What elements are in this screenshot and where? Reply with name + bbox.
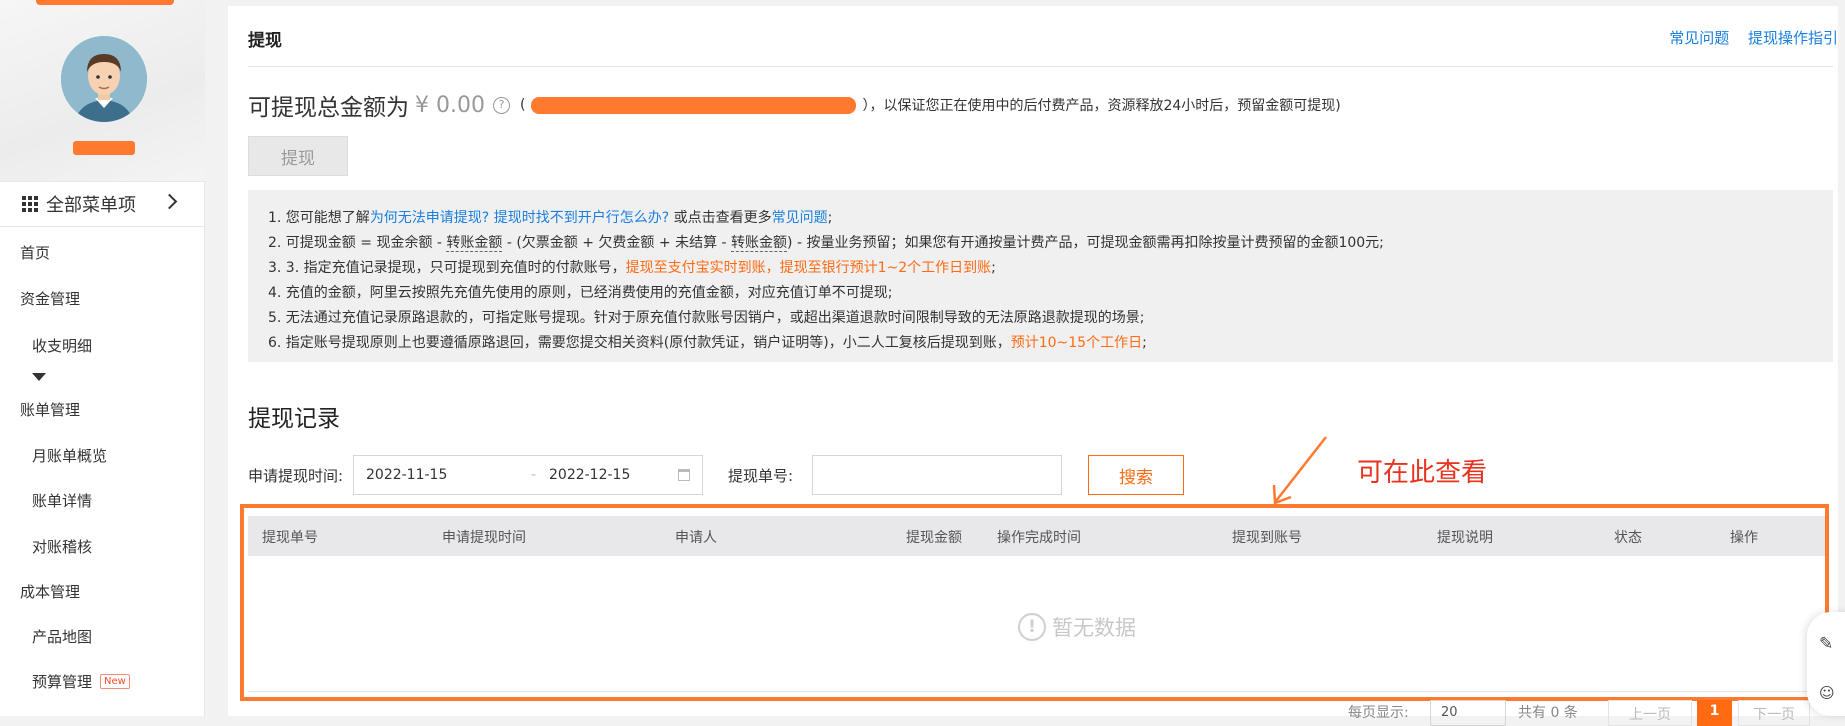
review-time-highlight: 预计10~15个工作日 bbox=[1010, 335, 1143, 351]
header-links: 常见问题 提现操作指引 bbox=[1655, 27, 1838, 48]
all-menu-button[interactable]: 全部菜单项 bbox=[0, 181, 205, 227]
sidebar-item-monthly-bill[interactable]: 月账单概览 bbox=[0, 436, 205, 474]
note-tail: ），以保证您正在使用中的后付费产品，资源释放24小时后，预留金额可提现) bbox=[862, 98, 1341, 114]
sidebar: 全部菜单项 首页 资金管理 收支明细 账单管理 月账单概览 账单详情 对账稽核 … bbox=[0, 0, 205, 716]
page-title: 提现 bbox=[248, 31, 282, 51]
notice-line-4: 4. 充值的金额，阿里云按照先充值先使用的原则，已经消费使用的充值金额，对应充值… bbox=[268, 285, 893, 301]
records-table: 提现单号 申请提现时间 申请人 提现金额 操作完成时间 提现到账号 提现说明 状… bbox=[248, 510, 1828, 694]
page-size-select[interactable]: 20 bbox=[1430, 700, 1506, 726]
withdrawable-summary: 可提现总金额为 ¥ 0.00 ? ( ），以保证您正在使用中的后付费产品，资源释… bbox=[248, 90, 1341, 122]
smiley-icon[interactable]: ☺ bbox=[1819, 684, 1835, 702]
total-count: 共有 0 条 bbox=[1518, 705, 1578, 721]
current-page[interactable]: 1 bbox=[1697, 700, 1732, 726]
per-page-label: 每页显示: bbox=[1348, 705, 1409, 721]
date-end[interactable]: 2022-12-15 bbox=[549, 467, 630, 483]
faq-inline-link[interactable]: 常见问题 bbox=[772, 210, 828, 226]
chevron-right-icon bbox=[161, 193, 178, 210]
avatar-icon bbox=[61, 36, 147, 122]
column-header: 操作完成时间 bbox=[997, 530, 1081, 546]
column-header: 状态 bbox=[1614, 530, 1642, 546]
main-panel: 提现 常见问题 提现操作指引 可提现总金额为 ¥ 0.00 ? ( ），以保证您… bbox=[228, 6, 1838, 716]
arrival-time-highlight: 提现至支付宝实时到账，提现至银行预计1~2个工作日到账 bbox=[625, 260, 992, 276]
sidebar-item-label: 收支明细 bbox=[32, 336, 93, 355]
sidebar-item-label: 月账单概览 bbox=[32, 446, 108, 465]
sidebar-item-product-map[interactable]: 产品地图 bbox=[0, 617, 205, 655]
empty-state: ! 暂无数据 bbox=[1018, 612, 1136, 642]
profile-accent-bar bbox=[36, 0, 174, 5]
floating-tools: ✎ ☺ bbox=[1807, 612, 1845, 716]
column-header: 提现到账号 bbox=[1232, 530, 1302, 546]
apply-time-label: 申请提现时间: bbox=[248, 467, 344, 485]
avatar[interactable] bbox=[61, 36, 147, 122]
table-body-empty: ! 暂无数据 bbox=[248, 556, 1828, 692]
header-divider bbox=[248, 66, 1833, 67]
sidebar-item-label: 产品地图 bbox=[32, 627, 93, 646]
sidebar-item-cost[interactable]: 成本管理 bbox=[0, 572, 205, 610]
records-title: 提现记录 bbox=[248, 406, 340, 432]
date-separator: - bbox=[531, 467, 537, 483]
calendar-icon[interactable] bbox=[678, 469, 690, 481]
sidebar-item-label: 对账稽核 bbox=[32, 537, 93, 556]
transfer-amount-term: 转账金额 bbox=[731, 235, 788, 252]
sidebar-item-label: 首页 bbox=[20, 243, 51, 262]
exclamation-icon: ! bbox=[1018, 613, 1046, 641]
column-header: 申请提现时间 bbox=[442, 530, 526, 546]
caret-down-icon[interactable] bbox=[32, 373, 46, 381]
column-header: 操作 bbox=[1730, 530, 1758, 546]
withdrawable-note: ( ），以保证您正在使用中的后付费产品，资源释放24小时后，预留金额可提现) bbox=[520, 95, 1341, 115]
notice-line-2: 2. 可提现金额 = 现金余额 - 转账金额 - (欠票金额 + 欠费金额 + … bbox=[268, 235, 1384, 252]
profile-card bbox=[0, 0, 205, 181]
annotation-arrow-icon bbox=[1272, 436, 1327, 505]
all-menu-label: 全部菜单项 bbox=[46, 195, 136, 216]
withdrawable-label: 可提现总金额为 bbox=[248, 95, 409, 121]
redacted-text bbox=[531, 96, 857, 114]
grid-icon bbox=[22, 196, 38, 212]
new-badge: New bbox=[100, 673, 130, 689]
notice-line-3: 3. 3. 指定充值记录提现，只可提现到充值时的付款账号，提现至支付宝实时到账，… bbox=[268, 260, 996, 276]
sidebar-item-home[interactable]: 首页 bbox=[0, 233, 205, 271]
guide-link[interactable]: 提现操作指引 bbox=[1748, 29, 1838, 47]
sidebar-item-transactions[interactable]: 收支明细 bbox=[0, 326, 205, 364]
note-open-paren: ( bbox=[519, 97, 526, 113]
prev-page-button[interactable]: 上一页 bbox=[1608, 700, 1692, 726]
order-number-input[interactable] bbox=[812, 455, 1062, 495]
column-header: 提现金额 bbox=[906, 530, 962, 546]
sidebar-item-reconciliation[interactable]: 对账稽核 bbox=[0, 527, 205, 565]
sidebar-item-bill-details[interactable]: 账单详情 bbox=[0, 481, 205, 519]
search-button[interactable]: 搜索 bbox=[1088, 455, 1184, 495]
why-cannot-withdraw-link[interactable]: 为何无法申请提现? bbox=[370, 210, 489, 226]
sidebar-item-label: 预算管理 bbox=[32, 672, 93, 691]
sidebar-item-label: 账单详情 bbox=[32, 491, 93, 510]
sidebar-item-budget[interactable]: 预算管理 New bbox=[0, 662, 205, 700]
empty-text: 暂无数据 bbox=[1052, 616, 1136, 640]
sidebar-item-bills[interactable]: 账单管理 bbox=[0, 390, 205, 428]
notice-line-1: 1. 您可能想了解为何无法申请提现? 提现时找不到开户行怎么办? 或点击查看更多… bbox=[268, 210, 833, 226]
sidebar-item-funds[interactable]: 资金管理 bbox=[0, 279, 205, 317]
notice-line-6: 6. 指定账号提现原则上也要遵循原路退回，需要您提交相关资料(原付款凭证，销户证… bbox=[268, 335, 1147, 351]
annotation-text: 可在此查看 bbox=[1357, 458, 1488, 488]
date-start[interactable]: 2022-11-15 bbox=[366, 467, 447, 483]
transfer-amount-term: 转账金额 bbox=[446, 235, 503, 252]
notice-panel: 1. 您可能想了解为何无法申请提现? 提现时找不到开户行怎么办? 或点击查看更多… bbox=[248, 190, 1833, 362]
column-header: 申请人 bbox=[675, 530, 717, 546]
bank-not-found-link[interactable]: 提现时找不到开户行怎么办? bbox=[494, 210, 669, 226]
question-icon[interactable]: ? bbox=[492, 96, 510, 114]
table-header: 提现单号 申请提现时间 申请人 提现金额 操作完成时间 提现到账号 提现说明 状… bbox=[248, 516, 1828, 556]
column-header: 提现单号 bbox=[262, 530, 318, 546]
sidebar-item-label: 账单管理 bbox=[20, 400, 81, 419]
redacted-username bbox=[73, 141, 135, 155]
notice-line-5: 5. 无法通过充值记录原路退款的，可指定账号提现。针对于原充值付款账号因销户，或… bbox=[268, 310, 1145, 326]
sidebar-item-label: 成本管理 bbox=[20, 582, 81, 601]
faq-link[interactable]: 常见问题 bbox=[1669, 29, 1729, 47]
sidebar-item-label: 资金管理 bbox=[20, 289, 81, 308]
edit-icon[interactable]: ✎ bbox=[1819, 634, 1833, 654]
order-number-label: 提现单号: bbox=[728, 467, 794, 485]
date-range-picker[interactable]: 2022-11-15 - 2022-12-15 bbox=[353, 455, 703, 495]
withdrawable-amount: ¥ 0.00 bbox=[415, 92, 485, 118]
next-page-button[interactable]: 下一页 bbox=[1738, 700, 1810, 726]
withdraw-button[interactable]: 提现 bbox=[248, 136, 348, 176]
column-header: 提现说明 bbox=[1437, 530, 1493, 546]
